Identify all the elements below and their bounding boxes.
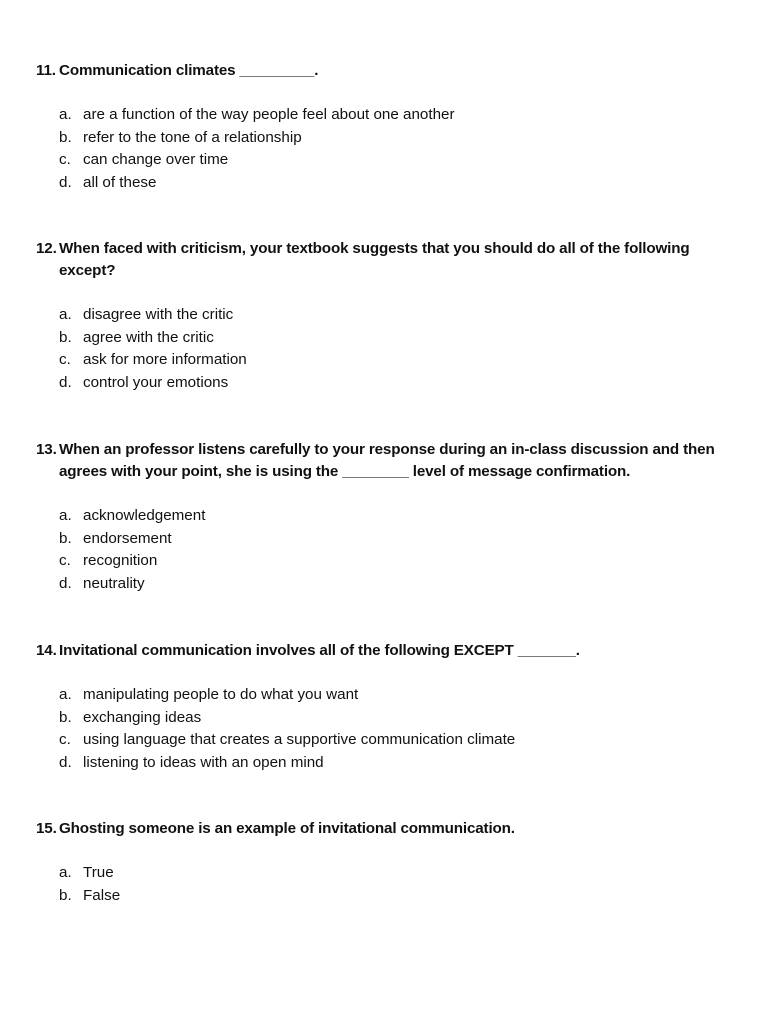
option-item[interactable]: b. refer to the tone of a relationship (36, 127, 746, 150)
option-text: control your emotions (83, 373, 229, 391)
option-text: listening to ideas with an open mind (83, 753, 324, 771)
option-letter: a. (59, 686, 72, 703)
question-stem: 12. When faced with criticism, your textb… (36, 238, 746, 282)
option-item[interactable]: b. exchanging ideas (36, 707, 746, 730)
question-number: 15. (36, 820, 57, 837)
option-text: disagree with the critic (83, 306, 234, 323)
option-text: exchanging ideas (83, 708, 202, 726)
question-text: When an professor listens carefully to y… (59, 441, 715, 480)
option-item[interactable]: c. can change over time (36, 149, 746, 172)
question-stem: 13. When an professor listens carefully t… (36, 439, 746, 483)
option-letter: b. (59, 328, 72, 346)
option-letter: c. (59, 351, 71, 368)
option-item[interactable]: c. ask for more information (36, 349, 746, 372)
question-stem: 11. Communication climates _________. (36, 60, 746, 82)
option-text: using language that creates a supportive… (83, 731, 516, 748)
option-list: a. True b. False (36, 862, 746, 907)
option-letter: b. (59, 529, 72, 547)
option-item[interactable]: d. control your emotions (36, 372, 746, 395)
option-item[interactable]: a. True (36, 862, 746, 885)
option-text: endorsement (83, 529, 172, 547)
option-list: a. manipulating people to do what you wan… (36, 684, 746, 774)
option-text: ask for more information (83, 351, 247, 368)
option-list: a. disagree with the critic b. agree with … (36, 304, 746, 394)
option-letter: d. (59, 574, 72, 592)
option-item[interactable]: b. False (36, 885, 746, 908)
question-13: 13. When an professor listens carefully t… (36, 439, 746, 595)
option-text: recognition (83, 552, 158, 569)
question-number: 11. (36, 62, 56, 79)
option-letter: a. (59, 106, 72, 123)
option-text: can change over time (83, 151, 229, 168)
option-text: acknowledgement (83, 507, 206, 524)
option-item[interactable]: a. acknowledgement (36, 505, 746, 528)
option-letter: c. (59, 731, 71, 748)
question-14: 14. Invitational communication involves a… (36, 640, 746, 774)
option-item[interactable]: d. neutrality (36, 573, 746, 596)
option-item[interactable]: a. manipulating people to do what you wan… (36, 684, 746, 707)
option-item[interactable]: a. disagree with the critic (36, 304, 746, 327)
option-text: all of these (83, 173, 157, 191)
question-12: 12. When faced with criticism, your textb… (36, 238, 746, 394)
question-number: 13. (36, 441, 57, 458)
option-item[interactable]: c. recognition (36, 550, 746, 573)
question-15: 15. Ghosting someone is an example of inv… (36, 818, 746, 907)
question-number: 12. (36, 240, 57, 257)
question-text: Ghosting someone is an example of invita… (59, 820, 515, 837)
option-item[interactable]: d. listening to ideas with an open mind (36, 752, 746, 775)
option-letter: a. (59, 507, 72, 524)
question-stem: 14. Invitational communication involves a… (36, 640, 746, 662)
question-number: 14. (36, 642, 57, 659)
option-text: are a function of the way people feel ab… (83, 106, 455, 123)
option-letter: c. (59, 552, 71, 569)
option-letter: d. (59, 173, 72, 191)
option-item[interactable]: c. using language that creates a supporti… (36, 729, 746, 752)
option-text: agree with the critic (83, 328, 214, 346)
option-letter: d. (59, 753, 72, 771)
option-letter: d. (59, 373, 72, 391)
question-text: Communication climates _________. (59, 62, 319, 79)
option-text: True (83, 864, 114, 881)
option-letter: b. (59, 128, 72, 146)
quiz-page: 11. Communication climates _________. a. a… (0, 0, 784, 1024)
option-text: refer to the tone of a relationship (83, 128, 302, 146)
option-item[interactable]: d. all of these (36, 172, 746, 195)
option-text: neutrality (83, 574, 145, 592)
option-list: a. acknowledgement b. endorsement c. recogn… (36, 505, 746, 595)
question-11: 11. Communication climates _________. a. a… (36, 60, 746, 194)
question-stem: 15. Ghosting someone is an example of inv… (36, 818, 746, 840)
option-list: a. are a function of the way people feel … (36, 104, 746, 194)
option-text: False (83, 886, 121, 904)
option-item[interactable]: b. endorsement (36, 528, 746, 551)
question-text: Invitational communication involves all … (59, 642, 580, 659)
option-letter: b. (59, 886, 72, 904)
option-letter: c. (59, 151, 71, 168)
option-letter: b. (59, 708, 72, 726)
option-text: manipulating people to do what you want (83, 686, 359, 703)
option-item[interactable]: a. are a function of the way people feel … (36, 104, 746, 127)
option-letter: a. (59, 864, 72, 881)
question-text: When faced with criticism, your textbook… (59, 240, 690, 279)
option-item[interactable]: b. agree with the critic (36, 327, 746, 350)
option-letter: a. (59, 306, 72, 323)
